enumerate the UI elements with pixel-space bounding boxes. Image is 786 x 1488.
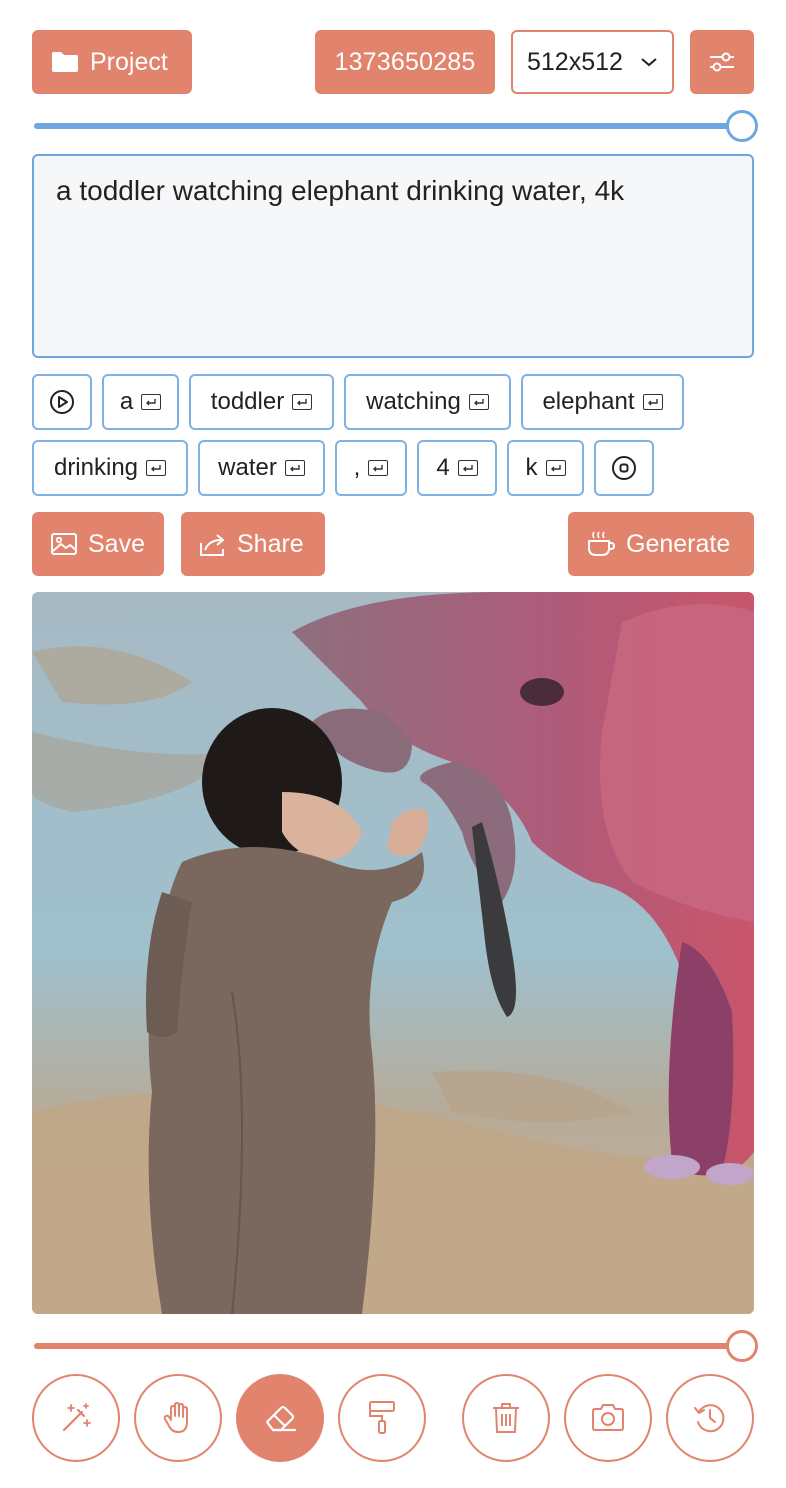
paint-roller-button[interactable] <box>338 1374 426 1462</box>
prompt-text: a toddler watching elephant drinking wat… <box>56 175 625 206</box>
share-icon <box>200 534 224 556</box>
size-value: 512x512 <box>527 47 623 76</box>
image-icon <box>51 533 77 555</box>
save-label: Save <box>88 529 145 558</box>
history-slider-thumb[interactable] <box>726 1330 758 1362</box>
enter-icon <box>292 394 313 410</box>
enter-icon <box>468 394 489 410</box>
folder-icon <box>52 52 78 72</box>
token-chip[interactable]: k <box>507 440 584 496</box>
magic-wand-icon <box>62 1403 91 1432</box>
token-label: toddler <box>210 388 285 415</box>
history-button[interactable] <box>666 1374 754 1462</box>
seed-button[interactable]: 1373650285 <box>315 30 495 94</box>
token-chip[interactable]: toddler <box>189 374 334 430</box>
token-label: 4 <box>436 454 450 481</box>
eraser-icon <box>265 1405 297 1432</box>
generate-label: Generate <box>626 529 731 558</box>
token-chip[interactable]: watching <box>344 374 511 430</box>
generate-button[interactable]: Generate <box>568 512 754 576</box>
share-label: Share <box>237 529 304 558</box>
enter-icon <box>457 460 478 476</box>
prompt-strength-slider[interactable] <box>34 110 758 142</box>
token-label: k <box>525 454 538 481</box>
eraser-button[interactable] <box>236 1374 324 1462</box>
play-token-button[interactable] <box>32 374 92 430</box>
camera-icon <box>592 1404 624 1431</box>
token-label: water <box>218 454 277 481</box>
enter-icon <box>368 460 389 476</box>
enter-icon <box>146 460 167 476</box>
token-chip[interactable]: elephant <box>521 374 684 430</box>
generated-image <box>32 592 754 1314</box>
token-label: , <box>353 454 361 481</box>
seed-value: 1373650285 <box>334 47 476 76</box>
token-chip[interactable]: drinking <box>32 440 188 496</box>
settings-button[interactable] <box>690 30 754 94</box>
size-select[interactable]: 512x512 <box>511 30 674 94</box>
prompt-input[interactable]: a toddler watching elephant drinking wat… <box>32 154 754 358</box>
trash-icon <box>493 1403 519 1433</box>
token-chip[interactable]: 4 <box>417 440 497 496</box>
paint-roller-icon <box>369 1401 395 1434</box>
image-canvas[interactable] <box>32 592 754 1314</box>
hand-icon <box>163 1402 188 1433</box>
history-slider-track <box>34 1343 742 1349</box>
enter-icon <box>284 460 305 476</box>
enter-icon <box>545 460 566 476</box>
project-button[interactable]: Project <box>32 30 192 94</box>
token-chip[interactable]: water <box>198 440 325 496</box>
save-button[interactable]: Save <box>32 512 164 576</box>
prompt-slider-track <box>34 123 742 129</box>
magic-wand-button[interactable] <box>32 1374 120 1462</box>
stop-token-button[interactable] <box>594 440 654 496</box>
history-slider[interactable] <box>34 1330 758 1362</box>
chevron-down-icon <box>641 58 657 67</box>
sliders-icon <box>710 52 734 72</box>
pan-button[interactable] <box>134 1374 222 1462</box>
project-label: Project <box>90 47 168 76</box>
coffee-cup-icon <box>588 531 616 556</box>
token-label: watching <box>366 388 461 415</box>
enter-icon <box>141 394 162 410</box>
token-chip[interactable]: , <box>335 440 407 496</box>
share-button[interactable]: Share <box>181 512 325 576</box>
token-label: drinking <box>53 454 139 481</box>
history-icon <box>694 1404 725 1433</box>
stop-circle-icon <box>612 456 636 480</box>
enter-icon <box>642 394 663 410</box>
token-label: a <box>119 388 134 415</box>
token-label: elephant <box>542 388 635 415</box>
token-chip[interactable]: a <box>102 374 179 430</box>
play-circle-icon <box>50 390 74 414</box>
prompt-slider-thumb[interactable] <box>726 110 758 142</box>
snapshot-button[interactable] <box>564 1374 652 1462</box>
delete-button[interactable] <box>462 1374 550 1462</box>
